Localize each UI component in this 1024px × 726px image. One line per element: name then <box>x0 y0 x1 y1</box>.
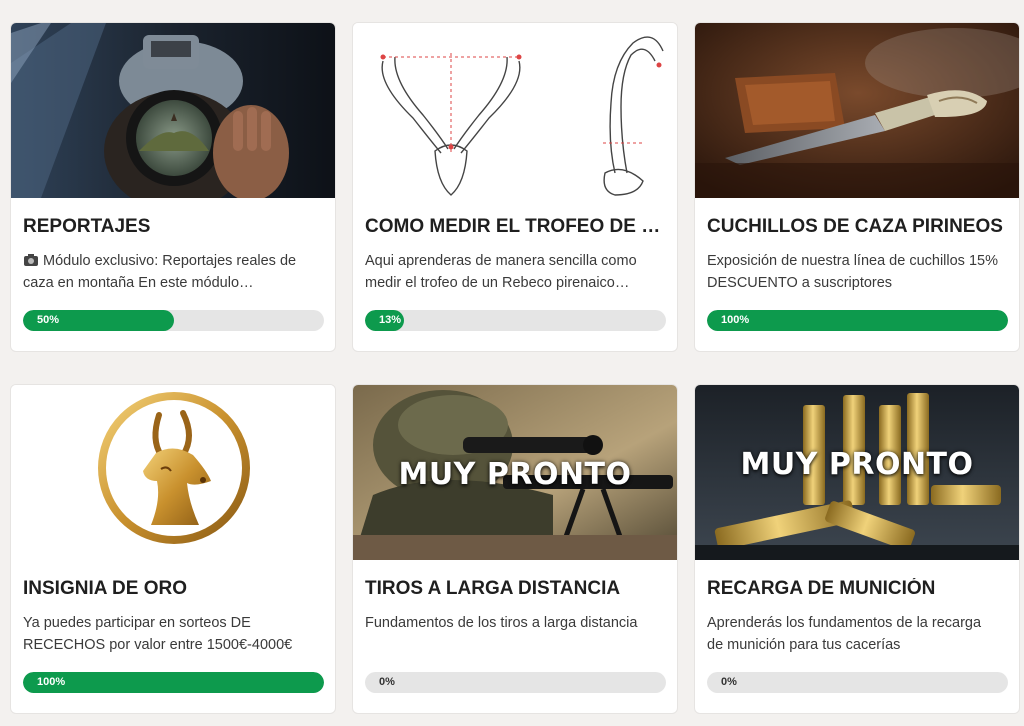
progress-label: 100% <box>37 676 66 688</box>
course-description: Ya puedes participar en sorteos DE RECEC… <box>23 615 293 653</box>
progress-label: 0% <box>721 676 737 688</box>
progress-label: 100% <box>721 314 750 326</box>
course-title[interactable]: RECARGA DE MUNICIÓN <box>707 578 1005 600</box>
course-image-knife[interactable] <box>695 23 1019 198</box>
progress-bar: 100% <box>23 672 324 693</box>
progress-label: 0% <box>379 676 395 688</box>
course-title[interactable]: REPORTAJES <box>23 216 321 238</box>
course-card-reportajes[interactable]: REPORTAJES Módulo exclusivo: Reportajes … <box>10 22 336 352</box>
course-image-photographer[interactable] <box>11 23 335 198</box>
course-description-text: Módulo exclusivo: Reportajes reales de c… <box>23 253 297 291</box>
course-card-insignia[interactable]: INSIGNIA DE ORO Ya puedes participar en … <box>10 384 336 714</box>
course-description: Aqui aprenderas de manera sencilla como … <box>365 253 637 291</box>
progress-bar: 0% <box>707 672 1008 693</box>
progress-bar: 100% <box>707 310 1008 331</box>
course-description: Exposición de nuestra línea de cuchillos… <box>707 253 998 291</box>
course-image-horn-diagram[interactable] <box>353 23 677 198</box>
course-image-gold-badge[interactable] <box>11 385 335 560</box>
course-card-recarga-municion[interactable]: MUY PRONTO RECARGA DE MUNICIÓN Aprenderá… <box>694 384 1020 714</box>
progress-fill <box>23 672 324 693</box>
course-card-cuchillos[interactable]: CUCHILLOS DE CAZA PIRINEOS Exposición de… <box>694 22 1020 352</box>
course-title[interactable]: COMO MEDIR EL TROFEO DE UN REBECO <box>365 216 663 238</box>
course-card-medir-trofeo[interactable]: COMO MEDIR EL TROFEO DE UN REBECO Aqui a… <box>352 22 678 352</box>
course-image-sniper[interactable]: MUY PRONTO <box>353 385 677 560</box>
progress-label: 50% <box>37 314 60 326</box>
course-description: Aprenderás los fundamentos de la recarga… <box>707 615 982 653</box>
progress-bar: 0% <box>365 672 666 693</box>
coming-soon-overlay: MUY PRONTO <box>398 457 632 492</box>
course-image-ammunition[interactable]: MUY PRONTO <box>695 385 1019 560</box>
course-card-tiros-larga-distancia[interactable]: MUY PRONTO TIROS A LARGA DISTANCIA Funda… <box>352 384 678 714</box>
course-description: Fundamentos de los tiros a larga distanc… <box>365 615 638 631</box>
course-title[interactable]: TIROS A LARGA DISTANCIA <box>365 578 663 600</box>
course-title[interactable]: CUCHILLOS DE CAZA PIRINEOS <box>707 216 1005 238</box>
course-title[interactable]: INSIGNIA DE ORO <box>23 578 321 600</box>
camera-emoji-icon <box>23 252 39 266</box>
course-description: Módulo exclusivo: Reportajes reales de c… <box>23 250 317 294</box>
progress-label: 13% <box>379 314 402 326</box>
progress-fill <box>707 310 1008 331</box>
coming-soon-overlay: MUY PRONTO <box>740 447 974 482</box>
progress-bar: 13% <box>365 310 666 331</box>
progress-bar: 50% <box>23 310 324 331</box>
